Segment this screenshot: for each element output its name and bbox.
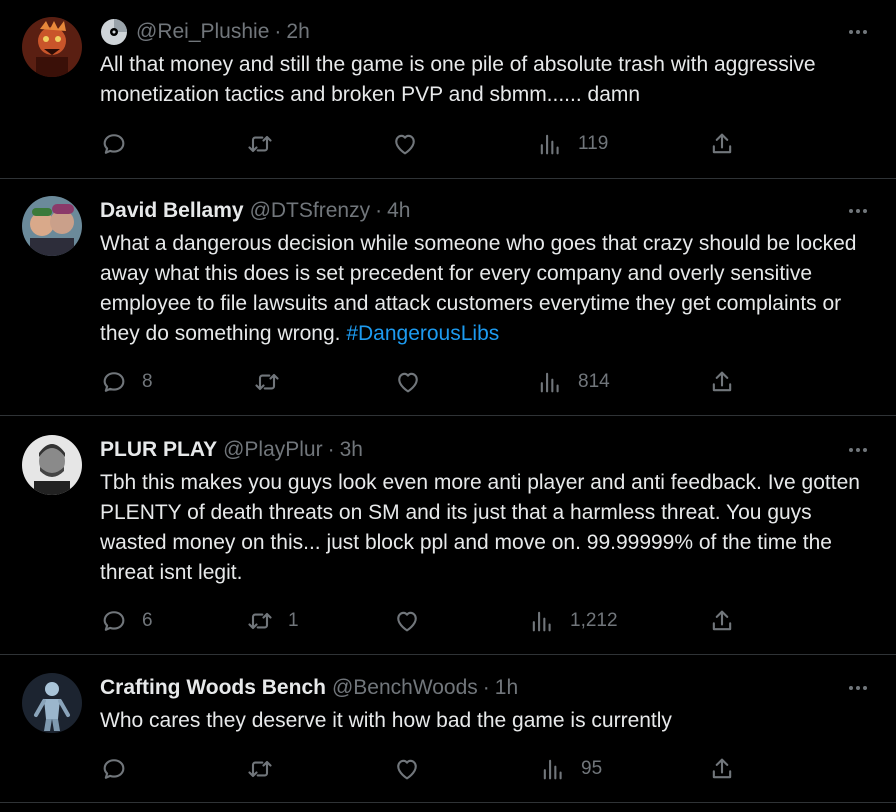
action-bar: 8 814 [100,367,740,397]
retweet-button[interactable]: 1 [246,606,299,636]
display-name[interactable]: Crafting Woods Bench [100,676,326,700]
like-icon [398,372,418,393]
avatar[interactable] [22,196,82,256]
retweet-icon [248,760,272,778]
timestamp[interactable]: 2h [286,20,309,44]
cd-icon [101,19,127,45]
retweet-icon [255,373,279,391]
tweet-header: PLUR PLAY @PlayPlur · 3h [100,436,363,464]
reply-icon [103,611,125,631]
tweet-crafting-woods-bench[interactable]: Crafting Woods Bench @BenchWoods · 1h Wh… [0,655,896,803]
more-icon [849,686,867,690]
tweet-text-content: Tbh this makes you guys look even more a… [100,471,860,584]
share-button[interactable] [708,754,736,784]
share-icon [712,371,732,392]
tweet-header: David Bellamy @DTSfrenzy · 4h [100,197,410,225]
like-icon [395,134,415,155]
reply-button[interactable] [100,129,142,159]
retweet-button[interactable] [246,754,288,784]
share-icon [712,758,732,779]
retweet-count: 1 [288,610,299,631]
views-button[interactable]: 119 [536,129,608,159]
tweet-header: Crafting Woods Bench @BenchWoods · 1h [100,674,518,702]
more-options-button[interactable] [846,438,870,462]
user-handle[interactable]: @Rei_Plushie [136,20,269,44]
views-button[interactable]: 1,212 [528,606,618,636]
separator-dot: · [375,199,383,222]
tweet-david-bellamy[interactable]: David Bellamy @DTSfrenzy · 4h What a dan… [0,179,896,416]
user-handle[interactable]: @PlayPlur [223,438,323,462]
tweet-plur-play[interactable]: PLUR PLAY @PlayPlur · 3h Tbh this makes … [0,416,896,655]
more-icon [849,30,867,34]
more-icon [849,448,867,452]
action-bar: 119 [100,129,740,159]
views-icon [532,611,551,632]
views-button[interactable]: 95 [539,754,602,784]
tweet-text: What a dangerous decision while someone … [100,229,870,349]
share-button[interactable] [708,129,736,159]
timestamp[interactable]: 4h [387,199,410,223]
like-button[interactable] [391,129,433,159]
views-count: 814 [578,371,610,392]
retweet-icon [248,612,272,630]
tweet-text-content: All that money and still the game is one… [100,53,816,106]
views-button[interactable]: 814 [536,367,610,397]
reply-count: 6 [142,610,153,631]
avatar[interactable] [22,673,82,733]
reply-icon [103,134,125,154]
more-icon [849,209,867,213]
user-handle[interactable]: @DTSfrenzy [250,199,371,223]
hashtag-link[interactable]: #DangerousLibs [346,322,499,345]
display-name[interactable]: David Bellamy [100,199,244,223]
share-icon [712,133,732,154]
timestamp[interactable]: 3h [340,438,363,462]
tweet-text-content: Who cares they deserve it with how bad t… [100,709,672,732]
separator-dot: · [274,20,282,43]
reply-feed: @Rei_Plushie · 2h All that money and sti… [0,0,896,812]
like-button[interactable] [394,367,436,397]
separator-dot: · [482,676,490,699]
user-handle[interactable]: @BenchWoods [332,676,478,700]
views-count: 119 [578,133,609,154]
more-options-button[interactable] [846,199,870,223]
tweet-header: @Rei_Plushie · 2h [100,18,310,46]
tweet-rei-plushie[interactable]: @Rei_Plushie · 2h All that money and sti… [0,0,896,179]
tweet-text: Tbh this makes you guys look even more a… [100,468,870,588]
separator-dot: · [327,438,335,461]
views-icon [540,134,559,155]
share-button[interactable] [708,367,736,397]
retweet-icon [248,135,272,153]
more-options-button[interactable] [846,20,870,44]
retweet-button[interactable] [253,367,295,397]
tweet-text: Who cares they deserve it with how bad t… [100,706,870,736]
views-icon [543,759,562,780]
reply-count: 8 [142,371,153,392]
reply-icon [103,372,125,392]
share-button[interactable] [708,606,736,636]
retweet-button[interactable] [246,129,288,159]
reply-button[interactable] [100,754,142,784]
action-bar: 6 1 1,212 [100,606,740,636]
like-button[interactable] [393,754,435,784]
reply-icon [103,759,125,779]
action-bar: 95 [100,754,740,784]
like-button[interactable] [393,606,435,636]
display-name[interactable]: PLUR PLAY [100,438,217,462]
reply-button[interactable]: 8 [100,367,153,397]
avatar[interactable] [22,435,82,495]
timestamp[interactable]: 1h [495,676,518,700]
tweet-text: All that money and still the game is one… [100,50,870,110]
like-icon [397,611,417,632]
avatar[interactable] [22,17,82,77]
like-icon [397,759,417,780]
views-icon [540,372,559,393]
reply-button[interactable]: 6 [100,606,153,636]
views-count: 95 [581,758,603,779]
share-icon [712,610,732,631]
more-options-button[interactable] [846,676,870,700]
views-count: 1,212 [570,610,618,631]
